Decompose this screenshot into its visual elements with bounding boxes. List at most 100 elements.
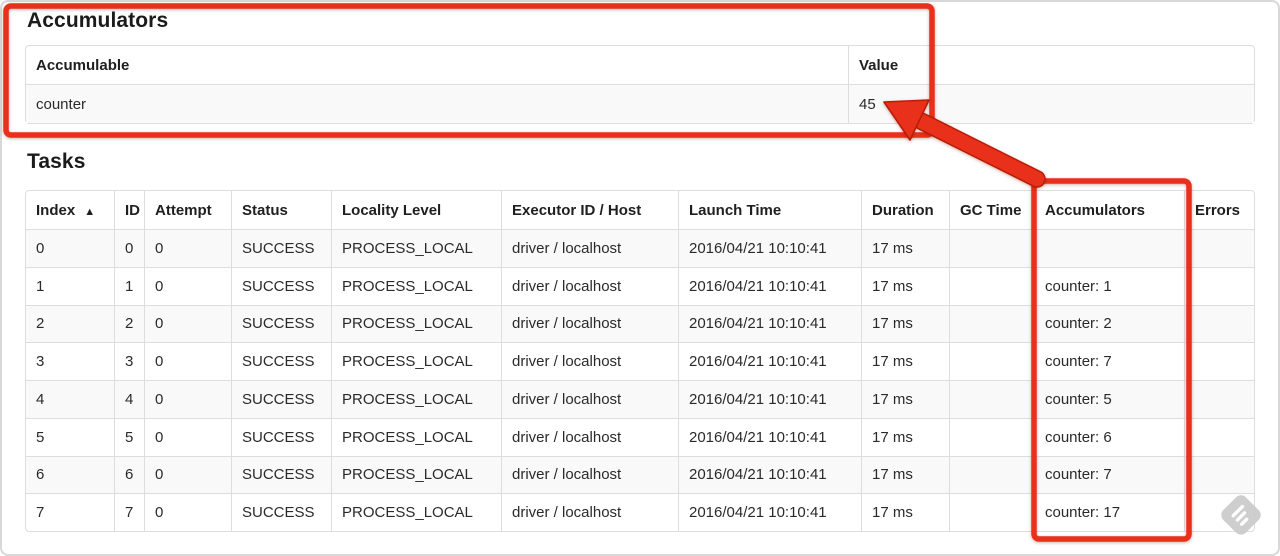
task-row-cell-id: 5 — [114, 417, 144, 456]
task-row-cell-status: SUCCESS — [231, 380, 331, 418]
task-row-cell-locality-level: PROCESS_LOCAL — [331, 455, 501, 494]
col-header-accumulators[interactable]: Accumulators — [1034, 191, 1184, 229]
task-row-cell-locality-level: PROCESS_LOCAL — [331, 229, 501, 267]
task-row-cell-errors — [1184, 342, 1254, 380]
task-row-cell-launch-time: 2016/04/21 10:10:41 — [678, 417, 861, 456]
task-row-cell-launch-time: 2016/04/21 10:10:41 — [678, 342, 861, 380]
task-row-cell-status: SUCCESS — [231, 229, 331, 267]
task-row-cell-accumulators: counter: 7 — [1034, 342, 1184, 380]
task-row-cell-id: 3 — [114, 342, 144, 380]
col-header-status[interactable]: Status — [231, 191, 331, 229]
col-header-launch-time[interactable]: Launch Time — [678, 191, 861, 229]
task-row-cell-duration: 17 ms — [861, 229, 949, 267]
task-row: 0 0 0 SUCCESS PROCESS_LOCAL driver / localhos… — [26, 229, 1254, 267]
task-row: 5 5 0 SUCCESS PROCESS_LOCAL driver / localhos… — [26, 417, 1254, 456]
task-row-cell-gc-time — [949, 304, 1034, 343]
task-row-cell-index: 0 — [26, 229, 114, 267]
task-row-cell-duration: 17 ms — [861, 455, 949, 494]
task-row-cell-id: 4 — [114, 380, 144, 418]
task-row-cell-status: SUCCESS — [231, 417, 331, 456]
task-row-cell-locality-level: PROCESS_LOCAL — [331, 417, 501, 456]
task-row-cell-index: 2 — [26, 304, 114, 343]
task-row-cell-errors — [1184, 417, 1254, 456]
task-row-cell-launch-time: 2016/04/21 10:10:41 — [678, 455, 861, 494]
task-row-cell-index: 6 — [26, 455, 114, 494]
task-row-cell-accumulators — [1034, 229, 1184, 267]
task-row-cell-index: 5 — [26, 417, 114, 456]
task-row-cell-errors — [1184, 266, 1254, 305]
task-row-cell-launch-time: 2016/04/21 10:10:41 — [678, 229, 861, 267]
task-row-cell-executor-id-host: driver / localhost — [501, 266, 678, 305]
task-row-cell-errors — [1184, 229, 1254, 267]
task-row-cell-id: 6 — [114, 455, 144, 494]
task-row-cell-accumulators: counter: 17 — [1034, 493, 1184, 531]
task-row-cell-executor-id-host: driver / localhost — [501, 455, 678, 494]
task-row-cell-status: SUCCESS — [231, 455, 331, 494]
col-header-id[interactable]: ID — [114, 191, 144, 229]
tasks-heading: Tasks — [27, 150, 86, 173]
task-row: 2 2 0 SUCCESS PROCESS_LOCAL driver / localhos… — [26, 304, 1254, 343]
col-header-index[interactable]: Index ▲ — [26, 191, 114, 229]
task-row-cell-executor-id-host: driver / localhost — [501, 417, 678, 456]
task-row-cell-attempt: 0 — [144, 417, 231, 456]
task-row: 1 1 0 SUCCESS PROCESS_LOCAL driver / localhos… — [26, 266, 1254, 305]
accumulators-table-body: counter 45 — [26, 84, 1254, 123]
col-header-duration[interactable]: Duration — [861, 191, 949, 229]
accumulators-heading: Accumulators — [27, 9, 169, 32]
task-row-cell-duration: 17 ms — [861, 266, 949, 305]
task-row-cell-attempt: 0 — [144, 493, 231, 531]
col-header-locality-level[interactable]: Locality Level — [331, 191, 501, 229]
task-row-cell-executor-id-host: driver / localhost — [501, 304, 678, 343]
task-row-cell-id: 7 — [114, 493, 144, 531]
task-row-cell-accumulators: counter: 7 — [1034, 455, 1184, 494]
task-row-cell-locality-level: PROCESS_LOCAL — [331, 266, 501, 305]
task-row-cell-gc-time — [949, 266, 1034, 305]
task-row-cell-attempt: 0 — [144, 380, 231, 418]
task-row-cell-launch-time: 2016/04/21 10:10:41 — [678, 493, 861, 531]
task-row-cell-locality-level: PROCESS_LOCAL — [331, 342, 501, 380]
task-row-cell-accumulators: counter: 6 — [1034, 417, 1184, 456]
spark-stage-page: Accumulators Accumulable Value counter 45 … — [0, 0, 1280, 556]
task-row-cell-attempt: 0 — [144, 342, 231, 380]
task-row-cell-locality-level: PROCESS_LOCAL — [331, 380, 501, 418]
task-row-cell-accumulators: counter: 2 — [1034, 304, 1184, 343]
tasks-table-header: Index ▲ ID Attempt Status Locality Level Execu… — [26, 191, 1254, 229]
task-row-cell-locality-level: PROCESS_LOCAL — [331, 493, 501, 531]
task-row: 6 6 0 SUCCESS PROCESS_LOCAL driver / localhos… — [26, 455, 1254, 494]
header-row: Index ▲ ID Attempt Status Locality Level Execu… — [26, 191, 1254, 229]
task-row-cell-errors — [1184, 304, 1254, 343]
task-row: 7 7 0 SUCCESS PROCESS_LOCAL driver / localhos… — [26, 493, 1254, 531]
accumulators-table-header: Accumulable Value — [26, 46, 1254, 84]
task-row-cell-attempt: 0 — [144, 455, 231, 494]
task-row-cell-duration: 17 ms — [861, 417, 949, 456]
task-row-cell-duration: 17 ms — [861, 304, 949, 343]
task-row-cell-errors — [1184, 493, 1254, 531]
task-row-cell-gc-time — [949, 493, 1034, 531]
task-row-cell-status: SUCCESS — [231, 304, 331, 343]
task-row-cell-gc-time — [949, 417, 1034, 456]
task-row-cell-executor-id-host: driver / localhost — [501, 493, 678, 531]
col-header-gc-time[interactable]: GC Time — [949, 191, 1034, 229]
col-header-attempt[interactable]: Attempt — [144, 191, 231, 229]
task-row-cell-launch-time: 2016/04/21 10:10:41 — [678, 380, 861, 418]
task-row-cell-gc-time — [949, 455, 1034, 494]
task-row-cell-id: 1 — [114, 266, 144, 305]
task-row-cell-gc-time — [949, 229, 1034, 267]
sort-ascending-icon: ▲ — [84, 205, 96, 218]
task-row-cell-index: 7 — [26, 493, 114, 531]
tasks-table: Index ▲ ID Attempt Status Locality Level Execu… — [25, 190, 1255, 532]
task-row-cell-executor-id-host: driver / localhost — [501, 380, 678, 418]
accumulable-row: counter 45 — [26, 84, 1254, 123]
tasks-table-body: 0 0 0 SUCCESS PROCESS_LOCAL driver / localhos… — [26, 229, 1254, 531]
task-row-cell-launch-time: 2016/04/21 10:10:41 — [678, 304, 861, 343]
accumulable-row-cell-value: 45 — [848, 84, 1254, 123]
header-row: Accumulable Value — [26, 46, 1254, 84]
task-row-cell-index: 3 — [26, 342, 114, 380]
task-row-cell-duration: 17 ms — [861, 342, 949, 380]
col-header-executor-id-host[interactable]: Executor ID / Host — [501, 191, 678, 229]
col-header-value[interactable]: Value — [848, 46, 1254, 84]
col-header-accumulable[interactable]: Accumulable — [26, 46, 848, 84]
task-row-cell-index: 4 — [26, 380, 114, 418]
col-header-errors[interactable]: Errors — [1184, 191, 1254, 229]
task-row-cell-id: 0 — [114, 229, 144, 267]
